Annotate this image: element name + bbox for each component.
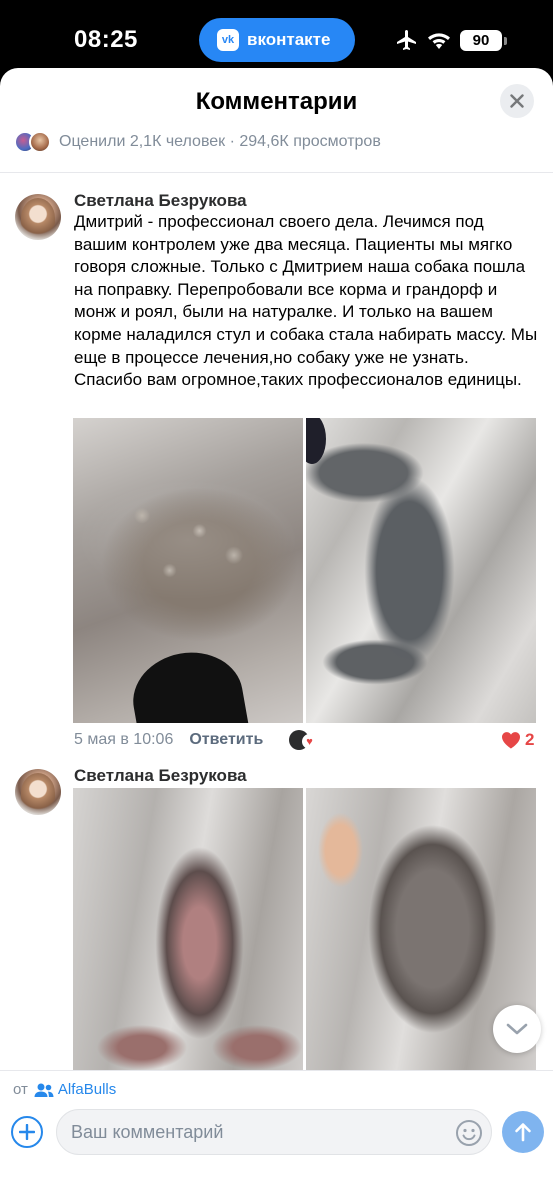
wifi-icon: [428, 33, 450, 49]
reply-button[interactable]: Ответить: [189, 731, 263, 749]
vk-logo-icon: vk: [217, 29, 239, 51]
like-button[interactable]: 2: [501, 728, 534, 752]
post-stats[interactable]: Оценили 2,1К человек · 294,6К просмотров: [14, 130, 381, 154]
heart-icon: [501, 732, 521, 749]
from-prefix: от: [13, 1081, 28, 1098]
comment-author[interactable]: Светлана Безрукова: [74, 766, 247, 786]
send-arrow-icon: [515, 1123, 531, 1142]
close-icon: [510, 94, 524, 108]
post-as-selector[interactable]: от AlfaBulls: [13, 1081, 116, 1098]
close-button[interactable]: [500, 84, 534, 118]
attach-button[interactable]: [11, 1116, 43, 1148]
scroll-down-button[interactable]: [493, 1005, 541, 1053]
comment-input-wrapper[interactable]: [56, 1109, 492, 1155]
sheet-title: Комментарии: [195, 88, 358, 115]
stats-text: Оценили 2,1К человек · 294,6К просмотров: [59, 133, 381, 150]
comment-date: 5 мая в 10:06: [74, 731, 174, 748]
from-name: AlfaBulls: [57, 1081, 117, 1098]
app-pill-label: вконтакте: [247, 30, 331, 49]
comment-text: Дмитрий - профессионал своего дела. Лечи…: [74, 212, 538, 390]
like-count: 2: [525, 730, 535, 749]
comment-composer: от AlfaBulls: [0, 1070, 553, 1200]
comments-sheet: Комментарии Оценили 2,1К человек · 294,6…: [0, 68, 553, 1200]
comment-meta: 5 мая в 10:06 Ответить: [74, 728, 263, 752]
airplane-icon: [397, 30, 416, 50]
status-bar: 08:25 vk вконтакте 90: [0, 0, 553, 70]
comment-photo[interactable]: [73, 418, 303, 723]
app-return-pill[interactable]: vk вконтакте: [199, 18, 355, 62]
comment-photo[interactable]: [73, 788, 303, 1070]
avatar[interactable]: [15, 194, 61, 240]
comment-photo[interactable]: [306, 418, 536, 723]
plus-icon: [19, 1124, 35, 1140]
chevron-down-icon: [506, 1023, 528, 1035]
send-button[interactable]: [502, 1111, 544, 1153]
liker-avatar: [29, 131, 51, 153]
comment-input[interactable]: [71, 1121, 431, 1143]
status-time: 08:25: [74, 26, 138, 53]
author-reaction-badge: ♥: [289, 728, 317, 752]
emoji-icon[interactable]: [455, 1119, 483, 1147]
comment-author[interactable]: Светлана Безрукова: [74, 191, 247, 211]
group-icon: [34, 1083, 54, 1097]
avatar[interactable]: [15, 769, 61, 815]
battery-icon: 90: [460, 30, 507, 51]
divider: [0, 172, 553, 173]
